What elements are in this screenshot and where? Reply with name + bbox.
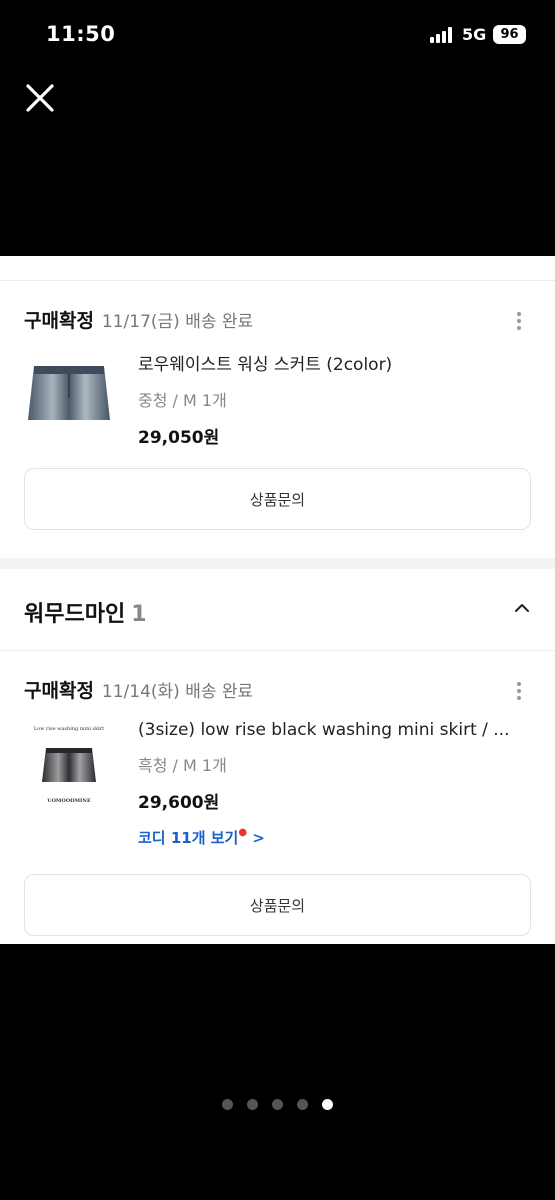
more-button[interactable] (509, 310, 529, 332)
chevron-up-icon[interactable] (513, 599, 531, 617)
page-dot[interactable] (222, 1099, 233, 1110)
page-dot-active[interactable] (322, 1099, 333, 1110)
product-inquiry-button[interactable]: 상품문의 (24, 468, 531, 530)
view-coordi-link[interactable]: 코디 11개 보기● > (138, 827, 518, 848)
product-name[interactable]: (3size) low rise black washing mini skir… (138, 720, 518, 740)
network-type: 5G (462, 25, 487, 44)
status-bar: 11:50 5G 96 (0, 0, 555, 70)
order-date: 11/17(금) 배송 완료 (101, 312, 254, 332)
product-price: 29,050원 (138, 428, 220, 448)
chevron-right-icon: > (252, 829, 265, 847)
page-dot[interactable] (247, 1099, 258, 1110)
page-dot[interactable] (297, 1099, 308, 1110)
battery-icon: 96 (493, 25, 526, 44)
divider (0, 650, 555, 651)
product-price: 29,600원 (138, 793, 220, 813)
more-button[interactable] (509, 680, 529, 702)
view-coordi-label: 코디 11개 보기 (138, 829, 239, 847)
store-name-label: 워무드마인 (24, 602, 126, 627)
thumb-caption: Low rise washing mini skirt (33, 726, 105, 732)
section-gap (0, 558, 555, 569)
order-list-sheet: 구매확정 11/17(금) 배송 완료 로우웨이스트 워싱 스커트 (2colo… (0, 256, 555, 944)
order-date: 11/14(화) 배송 완료 (101, 682, 254, 702)
product-name[interactable]: 로우웨이스트 워싱 스커트 (2color) (138, 350, 518, 375)
page-indicator (222, 1099, 333, 1110)
thumb-brand: UOMOODMINE (47, 798, 91, 804)
product-info: (3size) low rise black washing mini skir… (138, 720, 518, 848)
divider (0, 280, 555, 281)
store-order-count: 1 (131, 602, 147, 627)
product-option: 흑청 / M 1개 (138, 756, 227, 775)
store-name: 워무드마인 1 (24, 596, 147, 628)
order-status: 구매확정 (24, 680, 94, 702)
skirt-image (28, 366, 110, 420)
close-icon (26, 84, 54, 112)
order-header: 구매확정 11/17(금) 배송 완료 (24, 306, 253, 336)
product-option: 중청 / M 1개 (138, 391, 227, 410)
signal-icon (430, 27, 456, 43)
product-thumbnail[interactable]: Low rise washing mini skirt UOMOODMINE (24, 720, 114, 810)
order-header: 구매확정 11/14(화) 배송 완료 (24, 676, 253, 706)
red-dot-icon: ● (238, 827, 248, 838)
store-section-header[interactable]: 워무드마인 1 (0, 569, 555, 651)
product-thumbnail[interactable] (24, 348, 114, 438)
order-status: 구매확정 (24, 310, 94, 332)
close-button[interactable] (24, 82, 56, 114)
status-time: 11:50 (46, 22, 116, 46)
product-info: 로우웨이스트 워싱 스커트 (2color) 중청 / M 1개 29,050원 (138, 350, 518, 448)
skirt-image (42, 748, 96, 782)
product-inquiry-button[interactable]: 상품문의 (24, 874, 531, 936)
page-dot[interactable] (272, 1099, 283, 1110)
